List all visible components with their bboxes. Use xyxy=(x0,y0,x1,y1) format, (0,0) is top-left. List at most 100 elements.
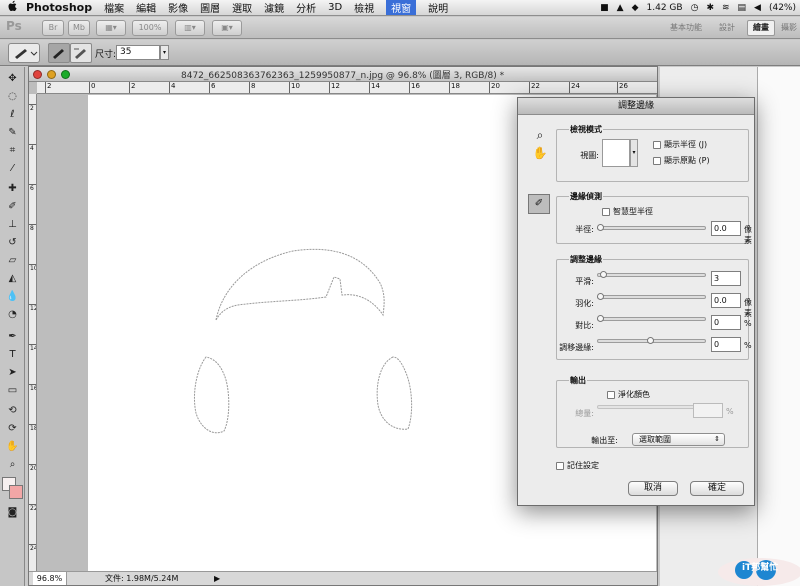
smooth-slider-knob[interactable] xyxy=(600,271,607,278)
ok-button[interactable]: 確定 xyxy=(690,481,744,496)
menu-image[interactable]: 影像 xyxy=(168,0,188,15)
smooth-slider[interactable] xyxy=(597,271,706,278)
checkbox-box[interactable] xyxy=(602,207,610,216)
checkbox-box[interactable] xyxy=(653,140,661,149)
close-window-button[interactable] xyxy=(33,70,42,79)
minimize-window-button[interactable] xyxy=(47,70,56,79)
workspace-photography[interactable]: 攝影 xyxy=(778,20,800,36)
screen-mode-button[interactable]: ▣▾ xyxy=(212,20,242,36)
view-mode-dropdown[interactable]: ▾ xyxy=(630,139,638,167)
smooth-input[interactable]: 3 xyxy=(711,271,741,286)
workspace-painting[interactable]: 繪畫 xyxy=(747,20,775,36)
workspace-design[interactable]: 設計 xyxy=(712,20,742,36)
evernote-icon[interactable]: ■ xyxy=(600,3,609,13)
blur-tool-icon[interactable]: 💧 xyxy=(3,289,22,304)
feather-slider[interactable] xyxy=(597,293,706,300)
quick-mask-icon[interactable]: ◙ xyxy=(3,505,22,520)
menu-filter[interactable]: 濾鏡 xyxy=(264,0,284,15)
output-to-select[interactable]: 選取範圍 ⇕ xyxy=(632,433,725,446)
arrange-documents-button[interactable]: ▥▾ xyxy=(175,20,205,36)
feather-slider-knob[interactable] xyxy=(597,293,604,300)
eraser-tool-icon[interactable]: ▱ xyxy=(3,253,22,268)
bridge-button[interactable]: Br xyxy=(42,20,64,36)
erase-refinements-tool-button[interactable] xyxy=(70,43,92,63)
3d-rotate-tool-icon[interactable]: ⟲ xyxy=(3,403,22,418)
clone-stamp-tool-icon[interactable]: ⊥ xyxy=(3,217,22,232)
cancel-button[interactable]: 取消 xyxy=(628,481,678,496)
bluetooth-icon[interactable]: ✱ xyxy=(706,3,714,13)
volume-icon[interactable]: ◀ xyxy=(754,3,761,13)
crop-tool-icon[interactable]: ⌗ xyxy=(3,143,22,158)
zoom-tool-icon[interactable]: ⌕ xyxy=(532,128,548,143)
eyedropper-tool-icon[interactable]: ⁄ xyxy=(3,161,22,176)
contrast-input[interactable]: 0 xyxy=(711,315,741,330)
zoom-percent-field[interactable]: 96.8% xyxy=(33,572,67,585)
apple-menu-icon[interactable] xyxy=(0,0,26,15)
refine-radius-tool-button[interactable] xyxy=(48,43,70,63)
zoom-level-dropdown[interactable]: 100% xyxy=(132,20,168,36)
menu-view[interactable]: 檢視 xyxy=(354,0,374,15)
hand-tool-icon[interactable]: ✋ xyxy=(3,439,22,454)
menu-analysis[interactable]: 分析 xyxy=(296,0,316,15)
3d-orbit-tool-icon[interactable]: ⟳ xyxy=(3,421,22,436)
background-color-swatch[interactable] xyxy=(9,485,23,499)
disk-icon[interactable]: ◆ xyxy=(632,3,639,13)
radius-slider[interactable] xyxy=(597,224,706,231)
brush-size-input[interactable]: 35 xyxy=(116,45,160,60)
flag-icon[interactable]: ▤ xyxy=(738,3,747,13)
shift-edge-slider[interactable] xyxy=(597,337,706,344)
zoom-window-button[interactable] xyxy=(61,70,70,79)
mini-bridge-button[interactable]: Mb xyxy=(68,20,90,36)
app-menu[interactable]: Photoshop xyxy=(26,1,92,14)
dodge-tool-icon[interactable]: ◔ xyxy=(3,307,22,322)
zoom-tool-icon[interactable]: ⌕ xyxy=(3,457,22,472)
battery-label[interactable]: (42%) xyxy=(769,3,796,13)
radius-slider-knob[interactable] xyxy=(597,224,604,231)
menu-3d[interactable]: 3D xyxy=(328,2,342,13)
smart-radius-checkbox[interactable]: 智慧型半徑 xyxy=(602,206,653,217)
view-preview-thumbnail[interactable] xyxy=(602,139,630,167)
menu-file[interactable]: 檔案 xyxy=(104,0,124,15)
menu-edit[interactable]: 編輯 xyxy=(136,0,156,15)
checkbox-box[interactable] xyxy=(607,390,615,399)
brush-size-dropdown[interactable]: ▾ xyxy=(160,45,169,60)
show-original-checkbox[interactable]: 顯示原點 (P) xyxy=(653,155,710,166)
path-selection-tool-icon[interactable]: ➤ xyxy=(3,365,22,380)
tool-preset-picker[interactable] xyxy=(8,43,40,63)
paint-bucket-tool-icon[interactable]: ◭ xyxy=(3,271,22,286)
quick-selection-tool-icon[interactable]: ✎ xyxy=(3,125,22,140)
decontaminate-colors-checkbox[interactable]: 淨化顏色 xyxy=(607,389,650,400)
show-radius-checkbox[interactable]: 顯示半徑 (J) xyxy=(653,139,707,150)
contrast-slider[interactable] xyxy=(597,315,706,322)
view-extras-button[interactable]: ▦▾ xyxy=(96,20,126,36)
remember-settings-checkbox[interactable]: 記住設定 xyxy=(556,460,599,471)
drive-icon[interactable]: ▲ xyxy=(617,3,624,13)
workspace-essentials[interactable]: 基本功能 xyxy=(664,20,708,36)
move-tool-icon[interactable]: ✥ xyxy=(3,71,22,86)
brush-tool-icon[interactable]: ✐ xyxy=(3,199,22,214)
feather-input[interactable]: 0.0 xyxy=(711,293,741,308)
radius-input[interactable]: 0.0 xyxy=(711,221,741,236)
refine-radius-tool-icon[interactable]: ✐ xyxy=(528,194,550,214)
history-brush-tool-icon[interactable]: ↺ xyxy=(3,235,22,250)
contrast-slider-knob[interactable] xyxy=(597,315,604,322)
checkbox-box[interactable] xyxy=(653,156,661,165)
ruler-v-label: 6 xyxy=(29,184,36,192)
lasso-tool-icon[interactable]: ℓ xyxy=(3,107,22,122)
shape-tool-icon[interactable]: ▭ xyxy=(3,383,22,398)
wifi-icon[interactable]: ≋ xyxy=(722,3,730,13)
menu-window[interactable]: 視窗 xyxy=(386,0,417,15)
type-tool-icon[interactable]: T xyxy=(3,347,22,362)
status-menu-arrow-icon[interactable]: ▶ xyxy=(214,572,224,585)
pen-tool-icon[interactable]: ✒ xyxy=(3,329,22,344)
checkbox-box[interactable] xyxy=(556,461,564,470)
marquee-tool-icon[interactable]: ◌ xyxy=(3,89,22,104)
spot-healing-tool-icon[interactable]: ✚ xyxy=(3,181,22,196)
menu-help[interactable]: 說明 xyxy=(428,0,448,15)
shift-edge-slider-knob[interactable] xyxy=(647,337,654,344)
hand-tool-icon[interactable]: ✋ xyxy=(532,146,548,160)
menu-select[interactable]: 選取 xyxy=(232,0,252,15)
shift-edge-input[interactable]: 0 xyxy=(711,337,741,352)
menu-layer[interactable]: 圖層 xyxy=(200,0,220,15)
time-machine-icon[interactable]: ◷ xyxy=(691,3,699,13)
